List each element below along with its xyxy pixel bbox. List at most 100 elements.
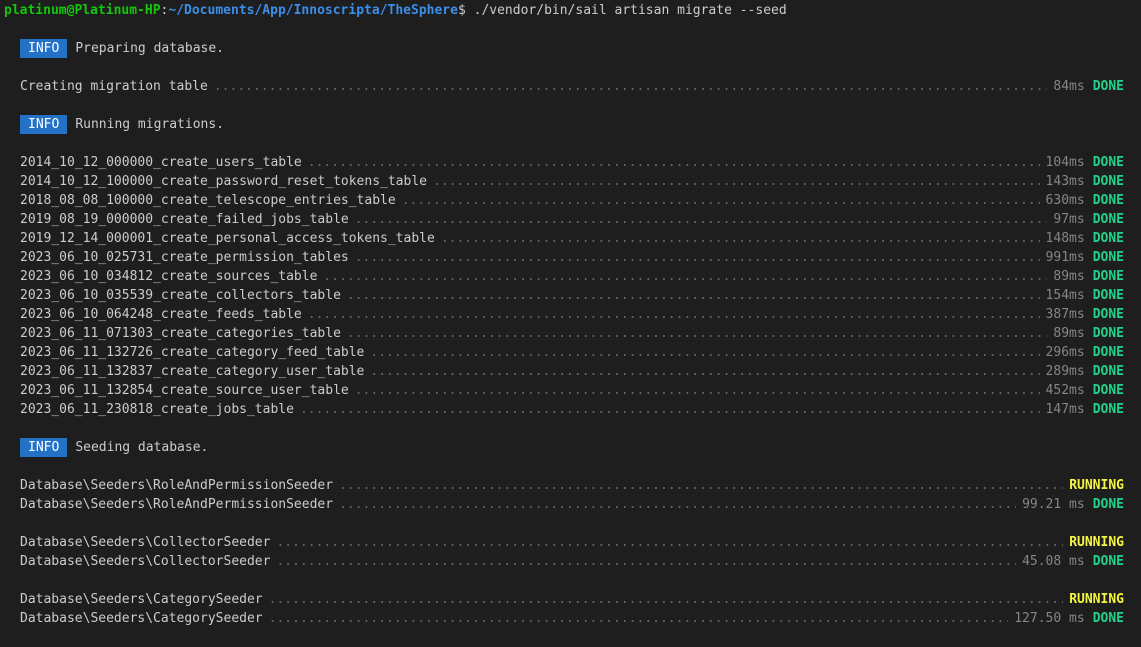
shell-prompt: platinum@Platinum-HP:~/Documents/App/Inn… — [0, 1, 1141, 20]
seeder-name: Database\Seeders\RoleAndPermissionSeeder — [20, 497, 334, 512]
migration-name: 2019_12_14_000001_create_personal_access… — [20, 231, 435, 246]
info-seeding: INFO Seeding database. — [0, 438, 1141, 457]
migration-row: 2019_08_19_000000_create_failed_jobs_tab… — [0, 210, 1141, 229]
dot-leader — [339, 476, 1063, 495]
seeder-time: 127.50 ms — [1014, 611, 1085, 626]
status-running: RUNNING — [1069, 535, 1124, 550]
creating-migration-row: Creating migration table 84ms DONE — [0, 77, 1141, 96]
prompt-path: ~/Documents/App/Innoscripta/TheSphere — [168, 3, 458, 18]
migration-time: 89ms — [1053, 326, 1085, 341]
dot-leader — [308, 305, 1040, 324]
prompt-symbol: $ — [457, 3, 466, 18]
migration-name: 2014_10_12_000000_create_users_table — [20, 155, 302, 170]
status-done: DONE — [1092, 307, 1124, 322]
migration-name: 2023_06_11_071303_create_categories_tabl… — [20, 326, 341, 341]
migration-time: 148ms — [1045, 231, 1085, 246]
row-time: 84ms — [1053, 79, 1085, 94]
seeder-name: Database\Seeders\CategorySeeder — [20, 592, 263, 607]
row-label: Creating migration table — [20, 79, 208, 94]
migration-row: 2023_06_11_132854_create_source_user_tab… — [0, 381, 1141, 400]
seeder-name: Database\Seeders\RoleAndPermissionSeeder — [20, 478, 334, 493]
dot-leader — [269, 609, 1009, 628]
status-done: DONE — [1092, 364, 1124, 379]
status-done: DONE — [1092, 231, 1124, 246]
migration-row: 2023_06_11_132837_create_category_user_t… — [0, 362, 1141, 381]
migration-time: 630ms — [1045, 193, 1085, 208]
dot-leader — [214, 77, 1048, 96]
info-badge: INFO — [20, 438, 68, 457]
status-done: DONE — [1092, 611, 1124, 626]
terminal-window[interactable]: platinum@Platinum-HP:~/Documents/App/Inn… — [0, 0, 1141, 647]
info-message: Seeding database. — [75, 440, 209, 455]
dot-leader — [276, 533, 1063, 552]
status-done: DONE — [1092, 497, 1124, 512]
migration-name: 2023_06_10_035539_create_collectors_tabl… — [20, 288, 341, 303]
info-message: Preparing database. — [75, 41, 225, 56]
status-done: DONE — [1092, 174, 1124, 189]
seeder-name: Database\Seeders\CategorySeeder — [20, 611, 263, 626]
prompt-command[interactable]: ./vendor/bin/sail artisan migrate --seed — [466, 3, 787, 18]
status-running: RUNNING — [1069, 478, 1124, 493]
dot-leader — [355, 381, 1040, 400]
migration-row: 2019_12_14_000001_create_personal_access… — [0, 229, 1141, 248]
dot-leader — [276, 552, 1016, 571]
prompt-user-host: platinum@Platinum-HP — [4, 3, 161, 18]
status-done: DONE — [1092, 193, 1124, 208]
migration-name: 2023_06_10_064248_create_feeds_table — [20, 307, 302, 322]
status-done: DONE — [1092, 79, 1124, 94]
migration-time: 154ms — [1045, 288, 1085, 303]
seeder-time: 45.08 ms — [1022, 554, 1085, 569]
status-done: DONE — [1092, 554, 1124, 569]
dot-leader — [347, 324, 1047, 343]
info-message: Running migrations. — [75, 117, 225, 132]
migration-time: 89ms — [1053, 269, 1085, 284]
migration-row: 2023_06_10_025731_create_permission_tabl… — [0, 248, 1141, 267]
status-done: DONE — [1092, 288, 1124, 303]
migration-time: 289ms — [1045, 364, 1085, 379]
migration-row: 2023_06_10_035539_create_collectors_tabl… — [0, 286, 1141, 305]
info-running: INFO Running migrations. — [0, 115, 1141, 134]
status-done: DONE — [1092, 212, 1124, 227]
dot-leader — [441, 229, 1040, 248]
status-done: DONE — [1092, 345, 1124, 360]
migration-name: 2023_06_10_025731_create_permission_tabl… — [20, 250, 349, 265]
migration-name: 2023_06_11_230818_create_jobs_table — [20, 402, 294, 417]
migration-name: 2019_08_19_000000_create_failed_jobs_tab… — [20, 212, 349, 227]
seeder-name: Database\Seeders\CollectorSeeder — [20, 535, 271, 550]
dot-leader — [355, 210, 1048, 229]
status-running: RUNNING — [1069, 592, 1124, 607]
dot-leader — [323, 267, 1047, 286]
seeder-running-row: Database\Seeders\CategorySeeder RUNNING — [0, 590, 1141, 609]
migration-time: 147ms — [1045, 402, 1085, 417]
seeder-running-row: Database\Seeders\RoleAndPermissionSeeder… — [0, 476, 1141, 495]
status-done: DONE — [1092, 326, 1124, 341]
migration-time: 296ms — [1045, 345, 1085, 360]
migration-row: 2023_06_11_230818_create_jobs_table 147ms… — [0, 400, 1141, 419]
migration-time: 143ms — [1045, 174, 1085, 189]
dot-leader — [308, 153, 1040, 172]
dot-leader — [269, 590, 1064, 609]
seeder-done-row: Database\Seeders\CollectorSeeder 45.08 ms… — [0, 552, 1141, 571]
migration-row: 2023_06_10_064248_create_feeds_table 387m… — [0, 305, 1141, 324]
status-done: DONE — [1092, 402, 1124, 417]
dot-leader — [355, 248, 1040, 267]
migration-time: 104ms — [1045, 155, 1085, 170]
migration-name: 2023_06_10_034812_create_sources_table — [20, 269, 318, 284]
info-badge: INFO — [20, 115, 68, 134]
migration-time: 991ms — [1045, 250, 1085, 265]
migration-row: 2014_10_12_000000_create_users_table 104m… — [0, 153, 1141, 172]
status-done: DONE — [1092, 269, 1124, 284]
seeder-name: Database\Seeders\CollectorSeeder — [20, 554, 271, 569]
migration-row: 2014_10_12_100000_create_password_reset_… — [0, 172, 1141, 191]
migration-row: 2023_06_11_132726_create_category_feed_t… — [0, 343, 1141, 362]
dot-leader — [339, 495, 1016, 514]
migration-name: 2023_06_11_132837_create_category_user_t… — [20, 364, 365, 379]
dot-leader — [370, 362, 1039, 381]
migration-time: 97ms — [1053, 212, 1085, 227]
migration-name: 2023_06_11_132726_create_category_feed_t… — [20, 345, 365, 360]
migration-time: 452ms — [1045, 383, 1085, 398]
migration-row: 2023_06_11_071303_create_categories_tabl… — [0, 324, 1141, 343]
seeder-running-row: Database\Seeders\CollectorSeeder RUNNING — [0, 533, 1141, 552]
dot-leader — [433, 172, 1040, 191]
dot-leader — [300, 400, 1040, 419]
